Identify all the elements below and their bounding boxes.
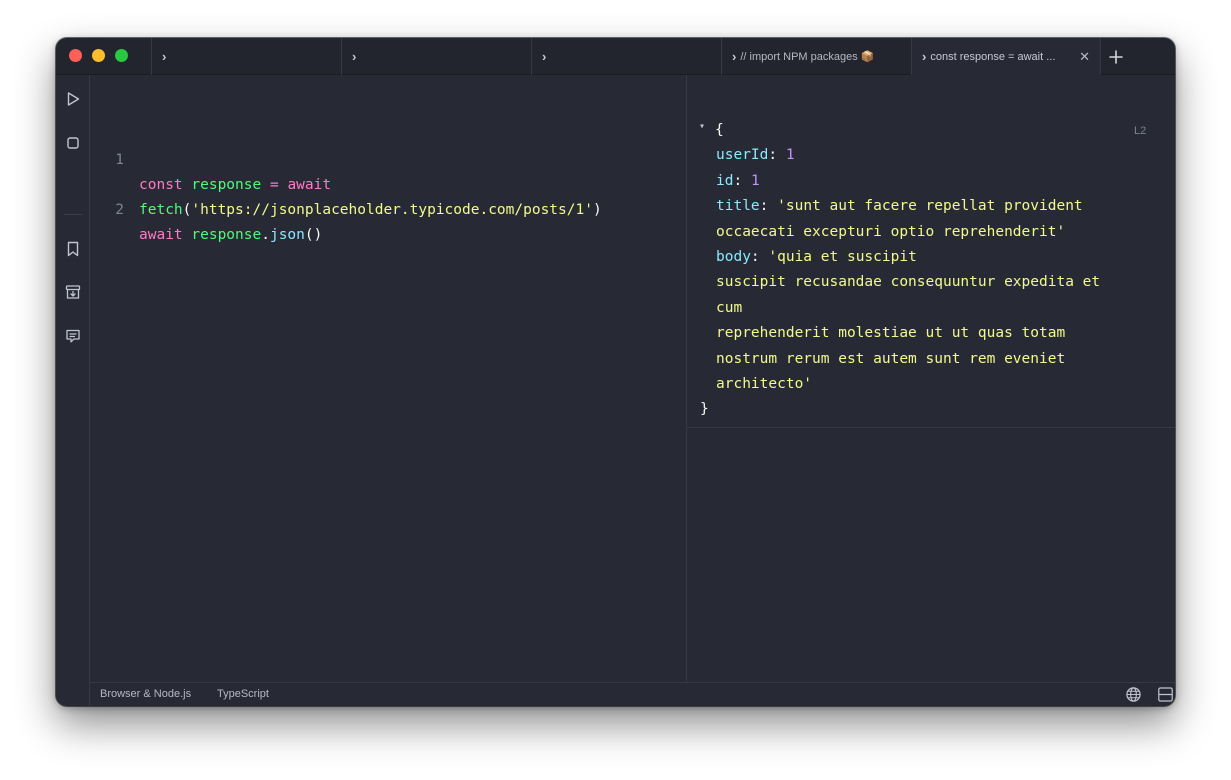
play-icon[interactable] <box>64 90 82 108</box>
output-line: suscipit recusandae consequuntur expedit… <box>716 270 1100 295</box>
code-token: () <box>304 227 323 243</box>
environment-selector[interactable]: Browser & Node.js <box>100 688 191 700</box>
tab-5-active[interactable]: › const response = await ... ✕ <box>911 38 1100 75</box>
code-token: await <box>287 177 332 193</box>
window-close-button[interactable] <box>69 49 82 62</box>
output-line: { <box>715 118 724 143</box>
tab-label: const response = await ... <box>930 50 1056 63</box>
code-text: const response = await <box>139 173 331 198</box>
globe-icon[interactable] <box>1125 686 1142 703</box>
output-token: body <box>716 249 751 265</box>
output-line: reprehenderit molestiae ut ut quas totam <box>716 321 1065 346</box>
output-token: : <box>733 172 751 189</box>
output-token: nostrum rerum est autem sunt rem eveniet <box>716 350 1066 367</box>
activity-sidebar <box>56 75 90 706</box>
code-token: const <box>139 177 183 193</box>
code-line: 2 await response.json() <box>90 173 322 243</box>
output-line: id: 1 <box>716 169 760 194</box>
output-token: : <box>768 147 786 164</box>
code-token: json <box>269 227 305 243</box>
code-token: 'https://jsonplaceholder.typicode.com/po… <box>191 202 593 218</box>
output-token: cum <box>716 299 743 316</box>
chevron-right-icon: › <box>922 49 927 64</box>
code-text: await response.json() <box>139 223 322 248</box>
output-line: body: 'quia et suscipit <box>716 245 917 270</box>
result-line-badge: L2 <box>1134 125 1147 137</box>
output-token: userId <box>716 147 769 164</box>
window-maximize-button[interactable] <box>115 49 128 62</box>
output-line: architecto' <box>716 372 812 397</box>
output-token: architecto' <box>716 376 813 392</box>
output-token: : <box>759 198 778 215</box>
new-tab-button[interactable] <box>1100 38 1130 75</box>
code-token: ) <box>592 202 602 218</box>
tab-1[interactable]: › <box>151 38 341 75</box>
code-line: fetch('https://jsonplaceholder.typicode.… <box>90 148 602 218</box>
code-line: 1 const response = await <box>90 123 331 193</box>
output-token: 'sunt aut facere repellat provident <box>777 198 1083 215</box>
line-number: 2 <box>115 202 124 218</box>
code-token: fetch <box>139 202 183 218</box>
output-token: id <box>716 172 734 189</box>
tab-bar: › › › › // import NPM packages 📦 › const… <box>56 38 1175 75</box>
output-line: } <box>700 397 709 422</box>
code-token: . <box>261 227 270 243</box>
code-token: = <box>269 177 279 193</box>
output-separator <box>687 427 1175 428</box>
language-selector[interactable]: TypeScript <box>217 688 269 700</box>
chevron-right-icon: › <box>352 49 357 64</box>
tab-label: // import NPM packages 📦 <box>740 51 875 63</box>
output-token: reprehenderit molestiae ut ut quas totam <box>716 325 1066 342</box>
output-token: { <box>715 122 724 138</box>
output-pane: ▾ L2 {userId: 1 id: 1 title: 'sunt aut fac… <box>687 75 1175 682</box>
code-token: await <box>139 227 183 243</box>
layout-split-icon[interactable] <box>1157 686 1174 703</box>
chevron-right-icon: › <box>732 49 737 64</box>
output-token: 'quia et suscipit <box>768 249 917 265</box>
tab-2[interactable]: › <box>341 38 531 75</box>
output-token: title <box>716 198 760 215</box>
code-text: fetch('https://jsonplaceholder.typicode.… <box>139 198 602 223</box>
output-line: title: 'sunt aut facere repellat provide… <box>716 194 1083 219</box>
output-line: nostrum rerum est autem sunt rem eveniet <box>716 347 1065 372</box>
stop-icon[interactable] <box>64 134 82 152</box>
collapse-toggle-icon[interactable]: ▾ <box>699 120 705 134</box>
output-token: occaecati excepturi optio reprehenderit' <box>716 223 1066 240</box>
chevron-right-icon: › <box>542 49 547 64</box>
output-line: userId: 1 <box>716 143 795 168</box>
plus-icon <box>1108 49 1123 64</box>
tab-3[interactable]: › <box>531 38 721 75</box>
output-token: : <box>750 249 769 265</box>
output-token: 1 <box>750 172 760 189</box>
window-minimize-button[interactable] <box>92 49 105 62</box>
chat-icon[interactable] <box>64 327 82 345</box>
code-token: response <box>191 177 262 193</box>
app-window: › › › › // import NPM packages 📦 › const… <box>56 38 1175 706</box>
bookmark-icon[interactable] <box>64 240 82 258</box>
sidebar-divider <box>64 214 82 215</box>
code-editor[interactable]: 1 const response = await fetch('https://… <box>90 75 687 682</box>
tab-close-icon[interactable]: ✕ <box>1079 49 1090 65</box>
output-token: } <box>700 401 709 418</box>
status-bar: Browser & Node.js TypeScript <box>90 682 1175 706</box>
output-line: cum <box>716 296 742 321</box>
code-token: response <box>191 227 262 243</box>
output-token: suscipit recusandae consequuntur expedit… <box>716 274 1101 291</box>
output-line: occaecati excepturi optio reprehenderit' <box>716 220 1065 245</box>
chevron-right-icon: › <box>162 49 167 64</box>
archive-icon[interactable] <box>64 283 82 301</box>
output-token: 1 <box>785 147 795 164</box>
tab-4[interactable]: › // import NPM packages 📦 <box>721 38 911 75</box>
